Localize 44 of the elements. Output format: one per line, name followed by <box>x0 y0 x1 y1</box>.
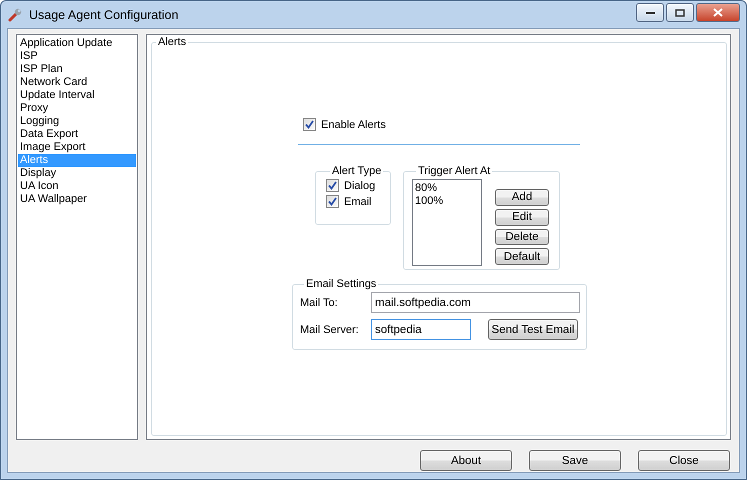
threshold-item[interactable]: 100% <box>415 195 479 208</box>
minimize-icon <box>646 10 654 14</box>
category-item[interactable]: Network Card <box>18 76 136 89</box>
close-button[interactable] <box>696 3 740 22</box>
send-test-email-button[interactable]: Send Test Email <box>488 319 578 340</box>
close-icon <box>713 8 723 17</box>
category-item[interactable]: UA Icon <box>18 180 136 193</box>
category-item[interactable]: ISP Plan <box>18 63 136 76</box>
field-label: Mail Server: <box>300 324 360 336</box>
group-title: Alerts <box>157 36 188 48</box>
wrench-icon <box>7 6 23 22</box>
checkbox[interactable] <box>326 179 339 192</box>
window-title: Usage Agent Configuration <box>29 8 178 22</box>
checkbox[interactable] <box>303 118 316 131</box>
checkbox-label: Enable Alerts <box>321 118 386 130</box>
dialog-button[interactable]: About <box>420 450 512 471</box>
checkbox-label: Email <box>344 196 372 208</box>
list-action-button[interactable]: Delete <box>495 228 549 246</box>
group-title: Trigger Alert At <box>417 165 492 177</box>
category-item[interactable]: Update Interval <box>18 89 136 102</box>
list-action-button[interactable]: Edit <box>495 208 549 226</box>
minimize-button[interactable] <box>636 3 664 22</box>
mail-server-field[interactable]: softpedia <box>371 319 471 340</box>
list-action-button[interactable]: Default <box>495 248 549 265</box>
maximize-icon <box>675 8 685 16</box>
category-item[interactable]: Image Export <box>18 141 136 154</box>
category-item[interactable]: UA Wallpaper <box>18 193 136 206</box>
list-action-button[interactable]: Add <box>495 189 549 206</box>
mail-to-field[interactable]: mail.softpedia.com <box>371 292 580 313</box>
dialog-button[interactable]: Save <box>529 450 621 471</box>
category-item[interactable]: ISP <box>18 50 136 63</box>
category-item[interactable]: Logging <box>18 115 136 128</box>
checkbox-label: Dialog <box>344 180 376 192</box>
group-title: Alert Type <box>331 165 382 177</box>
threshold-item[interactable]: 80% <box>415 182 479 195</box>
category-item[interactable]: Data Export <box>18 128 136 141</box>
dialog-button[interactable]: Close <box>638 450 730 471</box>
category-item[interactable]: Application Update <box>18 37 136 50</box>
category-item[interactable]: Display <box>18 167 136 180</box>
group-title: Email Settings <box>305 278 378 290</box>
checkbox[interactable] <box>326 195 339 208</box>
field-label: Mail To: <box>300 296 339 308</box>
maximize-button[interactable] <box>666 3 694 22</box>
category-item[interactable]: Proxy <box>18 102 136 115</box>
